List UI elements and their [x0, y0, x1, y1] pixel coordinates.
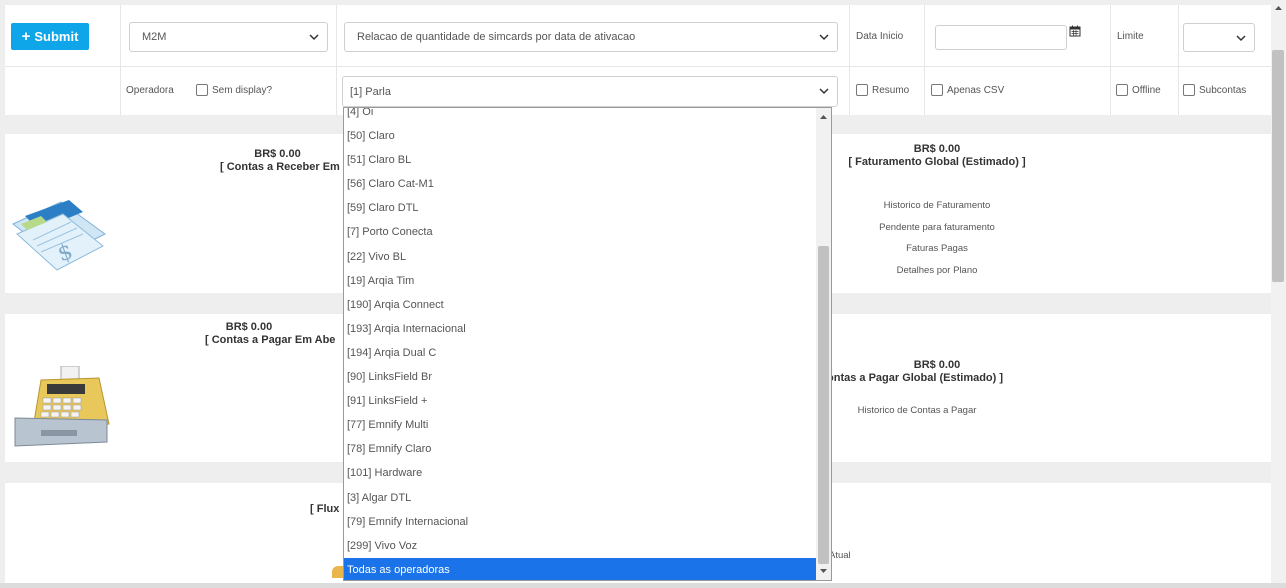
dropdown-option[interactable]: [3] Algar DTL	[344, 486, 816, 510]
scroll-up-icon[interactable]	[819, 113, 828, 122]
faturamento-global-label: [ Faturamento Global (Estimado) ]	[848, 156, 1026, 168]
submit-button[interactable]: + Submit	[11, 23, 89, 50]
resumo-cell: Resumo	[850, 67, 925, 115]
data-inicio-input[interactable]	[935, 25, 1067, 50]
page-scrollbar[interactable]	[1271, 0, 1286, 588]
dropdown-option[interactable]: [51] Claro BL	[344, 148, 816, 172]
historico-faturamento-link[interactable]: Historico de Faturamento	[837, 200, 1037, 211]
detalhes-plano-link[interactable]: Detalhes por Plano	[837, 265, 1037, 276]
contas-pagar-global-title: BR$ 0.00 ontas a Pagar Global (Estimado)…	[827, 359, 1027, 385]
apenas-csv-checkbox[interactable]: Apenas CSV	[931, 84, 1004, 96]
contas-pagar-value: BR$ 0.00	[225, 321, 273, 333]
limite-label: Limite	[1117, 31, 1144, 42]
data-inicio-label: Data Inicio	[856, 31, 904, 42]
historico-contas-pagar-link[interactable]: Historico de Contas a Pagar	[817, 405, 1017, 416]
data-inicio-cell: Data Inicio	[850, 5, 925, 67]
dropdown-option[interactable]: [4] Oi	[344, 108, 816, 124]
type-cell: M2M	[121, 5, 337, 67]
operadora-dropdown-list[interactable]: [4] Oi [50] Claro [51] Claro BL [56] Claro …	[343, 107, 832, 581]
apenas-csv-cell: Apenas CSV	[925, 67, 1111, 115]
report-select[interactable]: Relacao de quantidade de simcards por da…	[344, 22, 838, 52]
pendente-faturamento-link[interactable]: Pendente para faturamento	[837, 222, 1037, 233]
dropdown-option[interactable]: [101] Hardware	[344, 461, 816, 485]
dropdown-option[interactable]: [193] Arqia Internacional	[344, 317, 816, 341]
chevron-down-icon	[1236, 35, 1246, 42]
chevron-down-icon	[819, 88, 829, 95]
dropdown-option[interactable]: [50] Claro	[344, 124, 816, 148]
subcontas-cell: Subcontas	[1179, 67, 1271, 115]
dropdown-option[interactable]: [90] LinksField Br	[344, 365, 816, 389]
fluxo-atual-text: Atual	[829, 550, 851, 561]
cash-register-icon	[14, 366, 110, 447]
limite-select-cell	[1179, 5, 1271, 67]
limite-select[interactable]	[1183, 23, 1255, 52]
dropdown-option[interactable]: [299] Vivo Voz	[344, 534, 816, 558]
check-payment-icon: $	[12, 200, 106, 271]
faturamento-global-title: BR$ 0.00 [ Faturamento Global (Estimado)…	[837, 143, 1037, 169]
offline-cell: Offline	[1111, 67, 1179, 115]
dropdown-option[interactable]: [56] Claro Cat-M1	[344, 172, 816, 196]
dropdown-option[interactable]: [77] Emnify Multi	[344, 413, 816, 437]
dropdown-option[interactable]: [59] Claro DTL	[344, 196, 816, 220]
scroll-up-icon[interactable]	[1274, 4, 1283, 13]
calendar-icon[interactable]	[1069, 25, 1081, 37]
dropdown-option[interactable]: [79] Emnify Internacional	[344, 510, 816, 534]
dropdown-options: [4] Oi [50] Claro [51] Claro BL [56] Claro …	[344, 108, 816, 580]
dropdown-option[interactable]: Todas as operadoras	[344, 557, 816, 580]
limite-cell: Limite	[1111, 5, 1179, 67]
dropdown-scroll-thumb[interactable]	[818, 246, 829, 564]
contas-pagar-global-value: BR$ 0.00	[913, 359, 961, 371]
dropdown-option[interactable]: [190] Arqia Connect	[344, 293, 816, 317]
dropdown-option[interactable]: [22] Vivo BL	[344, 245, 816, 269]
dropdown-option[interactable]: [7] Porto Conecta	[344, 220, 816, 244]
dropdown-option[interactable]: [194] Arqia Dual C	[344, 341, 816, 365]
operadora-cell: Operadora Sem display?	[121, 67, 337, 115]
page-scroll-thumb[interactable]	[1272, 50, 1284, 282]
dropdown-option[interactable]: [78] Emnify Claro	[344, 437, 816, 461]
chevron-down-icon	[819, 34, 829, 41]
subcontas-checkbox[interactable]: Subcontas	[1183, 84, 1246, 96]
faturas-pagas-link[interactable]: Faturas Pagas	[837, 243, 1037, 254]
dropdown-option[interactable]: [19] Arqia Tim	[344, 269, 816, 293]
type-select[interactable]: M2M	[129, 22, 328, 52]
contas-pagar-label: [ Contas a Pagar Em Abe	[205, 334, 336, 346]
operadora-select[interactable]: [1] Parla	[342, 76, 838, 107]
resumo-checkbox[interactable]: Resumo	[856, 84, 909, 96]
operadora-label: Operadora	[126, 85, 174, 96]
empty-cell	[5, 67, 121, 115]
plus-icon: +	[21, 27, 31, 45]
sem-display-checkbox[interactable]: Sem display?	[196, 84, 272, 96]
filter-toolbar: + Submit M2M Relacao de quantidade de si…	[5, 5, 1271, 115]
offline-checkbox[interactable]: Offline	[1116, 84, 1161, 96]
faturamento-global-value: BR$ 0.00	[913, 143, 961, 155]
contas-pagar-global-label: ontas a Pagar Global (Estimado) ]	[827, 372, 1004, 384]
scroll-down-icon[interactable]	[819, 566, 828, 575]
chevron-down-icon	[309, 34, 319, 41]
submit-cell: + Submit	[5, 5, 121, 67]
horizontal-scrollbar[interactable]	[0, 583, 1286, 588]
report-cell: Relacao de quantidade de simcards por da…	[337, 5, 850, 67]
contas-pagar-title: BR$ 0.00 [ Contas a Pagar Em Abe	[205, 321, 355, 347]
dropdown-scrollbar[interactable]	[816, 108, 831, 580]
dropdown-option[interactable]: [91] LinksField +	[344, 389, 816, 413]
